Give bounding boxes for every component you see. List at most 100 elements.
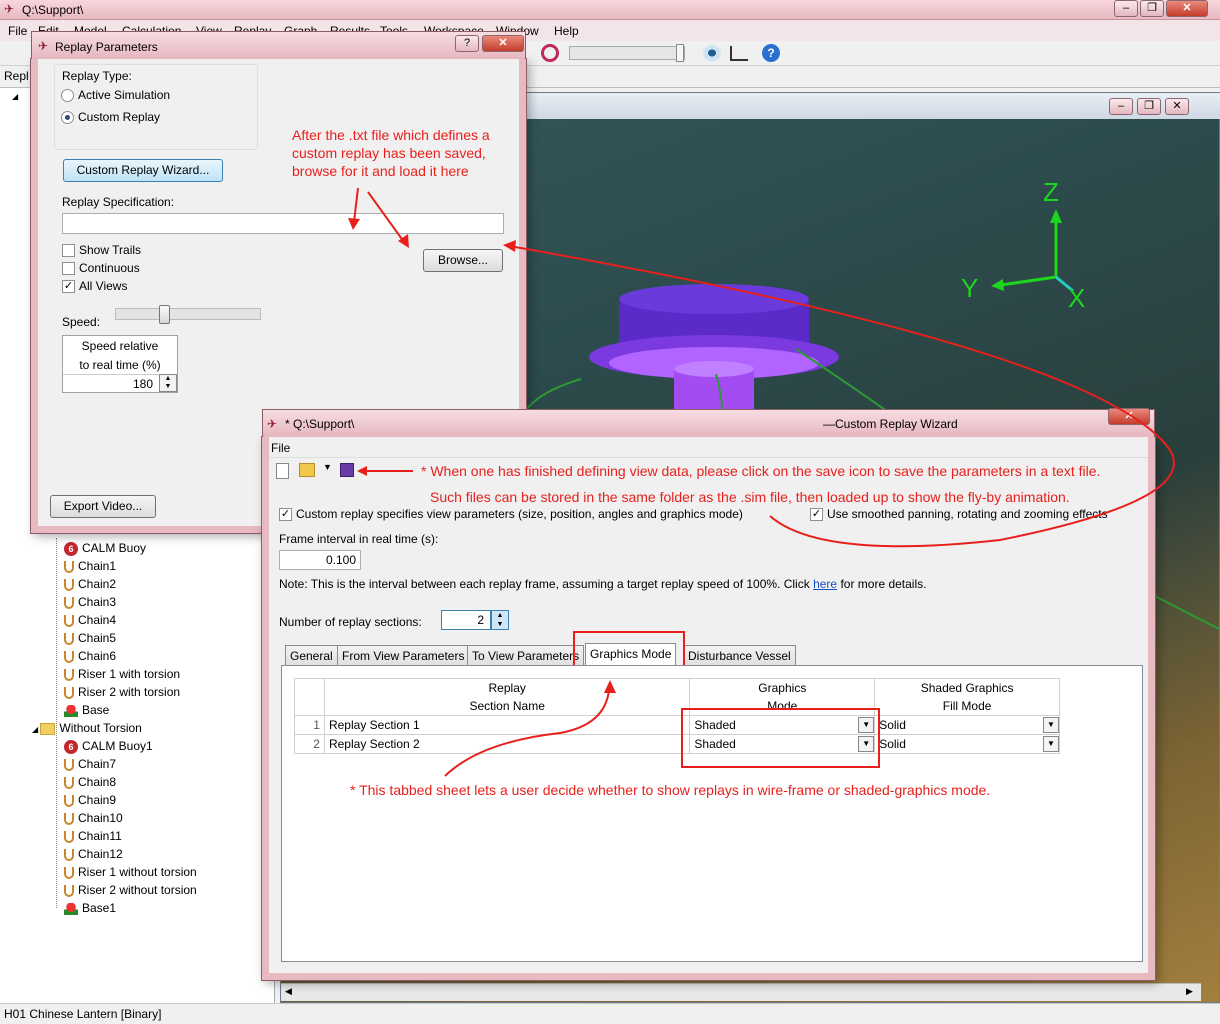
- tree-item[interactable]: Chain10: [64, 809, 123, 827]
- save-annotation: * When one has finished defining view da…: [421, 463, 1101, 479]
- scroll-left-icon[interactable]: ◀: [285, 986, 292, 997]
- tree-item-label: CALM Buoy: [82, 541, 147, 555]
- 3d-restore-button[interactable]: ❐: [1137, 98, 1161, 115]
- view-params-checkbox[interactable]: ✓ Custom replay specifies view parameters…: [279, 507, 743, 522]
- save-icon[interactable]: [340, 463, 354, 477]
- axis-x-label: X: [1068, 283, 1086, 313]
- view-params-label: Custom replay specifies view parameters …: [296, 507, 743, 521]
- browse-button[interactable]: Browse...: [423, 249, 503, 272]
- eye-icon[interactable]: [703, 45, 721, 61]
- wizard-menu-file[interactable]: File: [271, 441, 290, 455]
- speed-value-field[interactable]: 180: [63, 374, 159, 392]
- tree-collapse-icon[interactable]: ◢: [12, 92, 18, 101]
- tree-item[interactable]: ◢ Without Torsion: [32, 719, 142, 737]
- tree-item-label: Riser 1 with torsion: [78, 667, 181, 681]
- chain-icon: [64, 830, 74, 843]
- continuous-checkbox[interactable]: Continuous: [62, 261, 140, 276]
- details-link[interactable]: here: [813, 577, 837, 591]
- wizard-close-button[interactable]: ✕: [1108, 408, 1150, 425]
- replay-slider[interactable]: [569, 46, 685, 60]
- frame-interval-input[interactable]: 0.100: [279, 550, 361, 570]
- app-title: Q:\Support\: [22, 3, 84, 17]
- tree-item[interactable]: 6 CALM Buoy: [64, 539, 146, 557]
- fill-mode-cell[interactable]: Solid ▼: [874, 715, 1060, 735]
- replay-parameters-title-bar: ✈ Replay Parameters ? ✕: [31, 31, 526, 59]
- tree-item[interactable]: Chain2: [64, 575, 116, 593]
- tree-item[interactable]: Base1: [64, 899, 116, 917]
- dialog-close-button[interactable]: ✕: [482, 35, 524, 52]
- tree-item-label: Riser 2 with torsion: [78, 685, 181, 699]
- tree-collapse-icon[interactable]: ◢: [32, 725, 40, 734]
- tree-item[interactable]: Riser 1 without torsion: [64, 863, 197, 881]
- minimize-button[interactable]: –: [1114, 0, 1138, 17]
- speed-spinner[interactable]: ▲ ▼: [159, 374, 177, 392]
- tree-item[interactable]: Chain3: [64, 593, 116, 611]
- tree-item[interactable]: Chain6: [64, 647, 116, 665]
- browse-annotation: After the .txt file which defines a cust…: [292, 127, 490, 179]
- help-icon[interactable]: ?: [762, 44, 780, 62]
- close-button[interactable]: ✕: [1166, 0, 1208, 17]
- status-bar: H01 Chinese Lantern [Binary]: [0, 1003, 1220, 1024]
- tree-item[interactable]: Chain4: [64, 611, 116, 629]
- replay-type-label: Replay Type:: [62, 69, 132, 83]
- note-text: Note: This is the interval between each …: [279, 577, 810, 591]
- show-trails-checkbox[interactable]: Show Trails: [62, 243, 141, 258]
- sections-spinner[interactable]: ▲ ▼: [491, 610, 509, 630]
- open-dropdown-icon[interactable]: ▼: [323, 462, 332, 472]
- tree-item-label: Chain8: [78, 775, 117, 789]
- tab-to-view-parameters[interactable]: To View Parameters: [467, 645, 585, 667]
- replay-specification-input[interactable]: [62, 213, 504, 234]
- replay-icon[interactable]: [541, 44, 559, 62]
- dialog-help-button[interactable]: ?: [455, 35, 479, 52]
- radio-active-simulation[interactable]: Active Simulation: [61, 88, 171, 103]
- tree-item[interactable]: Base: [64, 701, 109, 719]
- tree-item-label: Chain1: [78, 559, 117, 573]
- tree-item[interactable]: Riser 1 with torsion: [64, 665, 180, 683]
- 3d-close-button[interactable]: ✕: [1165, 98, 1189, 115]
- chevron-down-icon[interactable]: ▼: [1043, 717, 1059, 733]
- restore-button[interactable]: ❐: [1140, 0, 1164, 17]
- tree-item[interactable]: Riser 2 with torsion: [64, 683, 180, 701]
- 3d-minimize-button[interactable]: –: [1109, 98, 1133, 115]
- section-name-cell[interactable]: Replay Section 2: [323, 734, 691, 754]
- tree-item[interactable]: 6 CALM Buoy1: [64, 737, 153, 755]
- chevron-down-icon[interactable]: ▼: [1043, 736, 1059, 752]
- tree-item[interactable]: Chain5: [64, 629, 116, 647]
- radio-active-simulation-label: Active Simulation: [78, 88, 171, 102]
- sections-input[interactable]: 2: [441, 610, 491, 630]
- open-folder-icon[interactable]: [299, 463, 315, 477]
- speed-slider[interactable]: [115, 308, 261, 320]
- tree-item[interactable]: Chain9: [64, 791, 116, 809]
- smoothed-effects-checkbox[interactable]: ✓ Use smoothed panning, rotating and zoom…: [810, 507, 1108, 522]
- tree-item[interactable]: Chain7: [64, 755, 116, 773]
- all-views-checkbox[interactable]: ✓ All Views: [62, 279, 127, 294]
- speed-relative-panel: Speed relative to real time (%) 180 ▲ ▼: [62, 335, 178, 393]
- tab-replay[interactable]: Repl: [4, 69, 29, 83]
- tree-item-label: Base1: [82, 901, 117, 915]
- tree-item[interactable]: Riser 2 without torsion: [64, 881, 197, 899]
- wizard-title-bar: ✈ * Q:\Support\ —Custom Replay Wizard ✕: [262, 408, 1155, 437]
- tree-item[interactable]: Chain8: [64, 773, 116, 791]
- menu-file[interactable]: File: [8, 24, 27, 38]
- custom-replay-wizard-button[interactable]: Custom Replay Wizard...: [63, 159, 223, 182]
- radio-custom-replay[interactable]: Custom Replay: [61, 110, 160, 125]
- 3d-horizontal-scrollbar[interactable]: ◀ ▶: [281, 983, 1201, 1001]
- speed-slider-thumb[interactable]: [159, 305, 170, 324]
- tab-from-view-parameters[interactable]: From View Parameters: [337, 645, 470, 667]
- menu-help[interactable]: Help: [554, 24, 579, 38]
- header-section-name-line1: Replay: [488, 681, 526, 695]
- fill-mode-cell[interactable]: Solid ▼: [874, 734, 1060, 754]
- tab-disturbance-vessel[interactable]: Disturbance Vessel: [683, 645, 796, 667]
- graph-icon[interactable]: [730, 46, 748, 61]
- tab-general[interactable]: General: [285, 645, 338, 667]
- replay-slider-thumb[interactable]: [676, 44, 684, 62]
- speed-label: Speed:: [62, 315, 101, 329]
- tree-item[interactable]: Chain1: [64, 557, 116, 575]
- speed-relative-line1: Speed relative: [81, 339, 159, 353]
- tree-item[interactable]: Chain11: [64, 827, 122, 845]
- scroll-right-icon[interactable]: ▶: [1186, 986, 1193, 997]
- new-file-icon[interactable]: [276, 463, 289, 479]
- section-name-cell[interactable]: Replay Section 1: [323, 715, 691, 735]
- tree-item[interactable]: Chain12: [64, 845, 123, 863]
- export-video-button[interactable]: Export Video...: [50, 495, 156, 518]
